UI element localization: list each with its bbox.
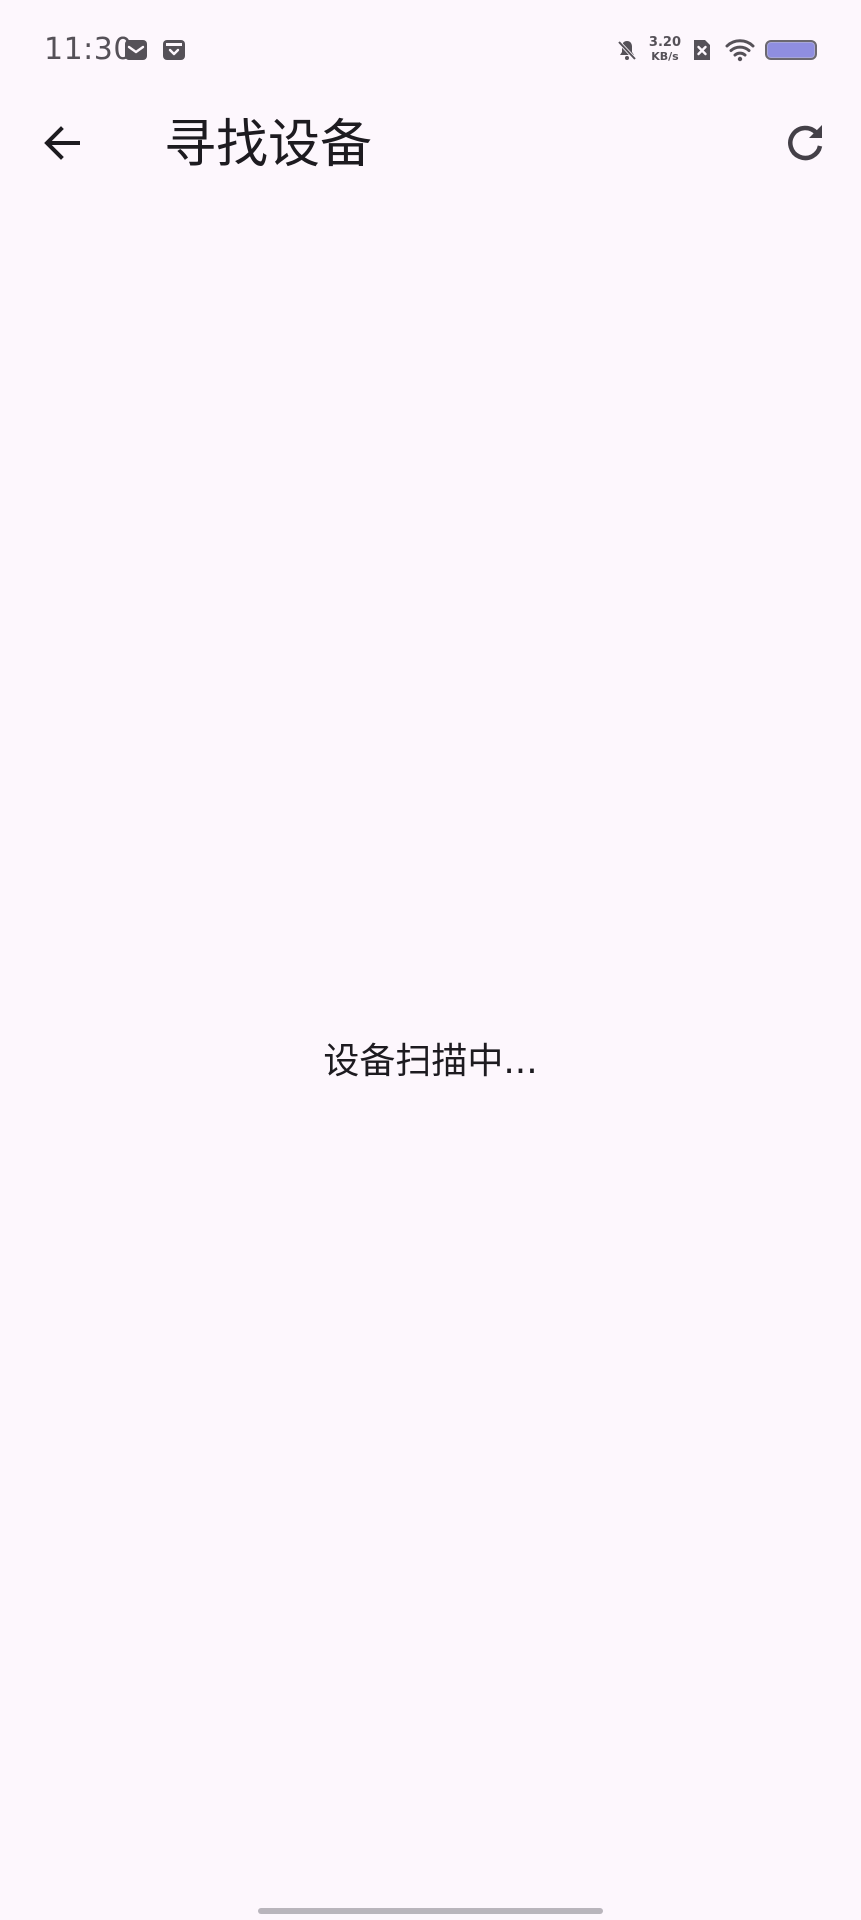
bell-off-icon [615, 38, 639, 62]
battery-level [768, 43, 814, 57]
device-list-area: 设备扫描中... [0, 190, 861, 1880]
network-speed: 3.20 KB/s [649, 36, 681, 64]
back-button[interactable] [32, 115, 92, 175]
archive-notification-icon [162, 38, 186, 62]
refresh-button[interactable] [773, 115, 837, 175]
app-bar: 寻找设备 [0, 100, 861, 190]
status-system-icons: 3.20 KB/s [615, 32, 817, 68]
mail-notification-icon [124, 38, 148, 62]
status-notification-icons [124, 38, 186, 62]
status-bar: 11:30 3.20 KB/s [0, 0, 861, 100]
scan-status-text: 设备扫描中... [323, 1041, 538, 1082]
status-time: 11:30 [44, 32, 133, 67]
arrow-back-icon [40, 121, 84, 169]
refresh-icon [783, 121, 827, 169]
sim-disabled-icon [691, 38, 715, 62]
network-speed-unit: KB/s [651, 50, 679, 63]
page-title: 寻找设备 [164, 115, 373, 175]
network-speed-value: 3.20 [648, 35, 681, 50]
battery-icon [765, 40, 817, 60]
wifi-icon [725, 38, 755, 62]
gesture-navigation-bar[interactable] [258, 1908, 603, 1914]
